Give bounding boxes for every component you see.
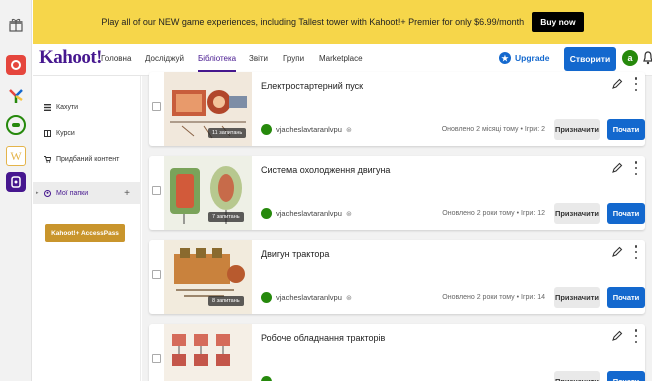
kahoot-app-icon[interactable] bbox=[6, 55, 26, 75]
edit-icon[interactable] bbox=[611, 78, 623, 90]
plays-count: Ігри: 14 bbox=[521, 294, 545, 301]
kahoot-thumbnail bbox=[164, 324, 252, 381]
more-options-icon[interactable] bbox=[634, 245, 638, 259]
assign-button[interactable]: Призначити bbox=[554, 119, 600, 140]
nav-library[interactable]: Бібліотека bbox=[198, 54, 237, 72]
verified-icon: ⊛ bbox=[346, 127, 352, 134]
add-folder-icon[interactable]: + bbox=[124, 188, 130, 199]
sidebar-item-label: Мої папки bbox=[56, 189, 89, 197]
promo-text: Play all of our NEW game experiences, in… bbox=[101, 17, 525, 27]
verified-icon: ⊛ bbox=[346, 295, 352, 302]
updated-text: Оновлено 2 роки тому bbox=[442, 294, 515, 301]
kahoot-thumbnail: 8 запитань bbox=[164, 240, 252, 314]
author-name[interactable]: vjacheslavtaranlvpu bbox=[276, 125, 342, 134]
edit-icon[interactable] bbox=[611, 246, 623, 258]
assign-button[interactable]: Призначити bbox=[554, 287, 600, 308]
edit-icon[interactable] bbox=[611, 162, 623, 174]
sidebar-item-label: Придбаний контент bbox=[56, 155, 120, 163]
nav-marketplace[interactable]: Marketplace bbox=[319, 54, 363, 63]
nav-discover[interactable]: Досліджуй bbox=[145, 54, 184, 63]
sidebar-item-label: Курси bbox=[56, 129, 75, 137]
start-button[interactable]: Почати bbox=[607, 287, 645, 308]
assign-button[interactable]: Призначити bbox=[554, 203, 600, 224]
more-options-icon[interactable] bbox=[634, 329, 638, 343]
kahoot-library-window: W Play all of our NEW game experiences, … bbox=[0, 0, 652, 381]
more-options-icon[interactable] bbox=[634, 77, 638, 91]
bell-icon[interactable] bbox=[643, 51, 652, 65]
kahoot-title[interactable]: Електростартерний пуск bbox=[261, 81, 363, 91]
select-checkbox[interactable] bbox=[152, 270, 161, 279]
kahoot-meta: Оновлено 2 місяці тому • Ігри: 2 bbox=[441, 126, 545, 133]
upgrade-label: Upgrade bbox=[515, 53, 550, 63]
nav-groups[interactable]: Групи bbox=[283, 54, 304, 63]
w-app-icon[interactable]: W bbox=[6, 146, 26, 166]
question-count: 7 запитань bbox=[208, 212, 244, 222]
nav-home[interactable]: Головна bbox=[101, 54, 131, 63]
start-button[interactable]: Почати bbox=[607, 203, 645, 224]
kahoot-card[interactable]: 11 запитань Електростартерний пуск vjach… bbox=[149, 72, 645, 146]
avatar[interactable]: a bbox=[622, 50, 638, 66]
folder-user-icon bbox=[44, 189, 51, 197]
sidebar-item-courses[interactable]: Курси bbox=[33, 122, 140, 144]
kahoot-title[interactable]: Система охолодження двигуна bbox=[261, 165, 390, 175]
multicolor-arrow-icon[interactable] bbox=[6, 86, 26, 106]
kahoot-thumbnail: 7 запитань bbox=[164, 156, 252, 230]
kahoot-meta: Оновлено 2 роки тому • Ігри: 14 bbox=[442, 294, 545, 301]
list-icon bbox=[44, 103, 51, 111]
question-count: 11 запитань bbox=[208, 128, 247, 138]
select-checkbox[interactable] bbox=[152, 186, 161, 195]
select-checkbox[interactable] bbox=[152, 354, 161, 363]
more-options-icon[interactable] bbox=[634, 161, 638, 175]
kahoot-thumbnail: 11 запитань bbox=[164, 72, 252, 146]
verified-icon: ⊛ bbox=[346, 211, 352, 218]
caret-icon[interactable]: ▸ bbox=[36, 190, 39, 196]
sidebar-item-my-folders[interactable]: ▸ Мої папки + bbox=[33, 182, 140, 204]
start-button[interactable]: Почати bbox=[607, 371, 645, 381]
author-avatar bbox=[261, 376, 272, 381]
cart-icon bbox=[44, 155, 51, 163]
green-app-icon[interactable] bbox=[6, 115, 26, 135]
kahoot-title[interactable]: Робоче обладнання тракторів bbox=[261, 333, 385, 343]
assign-button[interactable]: Призначити bbox=[554, 371, 600, 381]
kahoot-title[interactable]: Двигун трактора bbox=[261, 249, 329, 259]
author-avatar bbox=[261, 292, 272, 303]
updated-text: Оновлено 2 місяці тому bbox=[441, 126, 519, 133]
book-icon bbox=[44, 129, 51, 137]
author-name[interactable]: vjacheslavtaranlvpu bbox=[276, 209, 342, 218]
select-checkbox[interactable] bbox=[152, 102, 161, 111]
app-rail: W bbox=[0, 0, 32, 381]
plays-count: Ігри: 2 bbox=[524, 126, 545, 133]
promo-banner: Play all of our NEW game experiences, in… bbox=[33, 0, 652, 44]
start-button[interactable]: Почати bbox=[607, 119, 645, 140]
create-button[interactable]: Створити bbox=[564, 47, 616, 71]
kahoot-meta: Оновлено 2 роки тому • Ігри: 12 bbox=[442, 210, 545, 217]
edit-icon[interactable] bbox=[611, 330, 623, 342]
author-avatar bbox=[261, 208, 272, 219]
buy-now-button[interactable]: Buy now bbox=[532, 12, 584, 32]
kahoot-card[interactable]: 8 запитань Двигун трактора vjacheslavtar… bbox=[149, 240, 645, 314]
question-count: 8 запитань bbox=[208, 296, 244, 306]
library-sidebar: Кахути Курси Придбаний контент ▸ Мої пап… bbox=[33, 76, 141, 381]
kahoot-card[interactable]: Робоче обладнання тракторів Призначити П… bbox=[149, 324, 645, 381]
author-name[interactable]: vjacheslavtaranlvpu bbox=[276, 293, 342, 302]
purple-app-icon[interactable] bbox=[6, 172, 26, 192]
upgrade-link[interactable]: ★ Upgrade bbox=[499, 52, 549, 64]
updated-text: Оновлено 2 роки тому bbox=[442, 210, 515, 217]
star-icon: ★ bbox=[499, 52, 511, 64]
sidebar-item-label: Кахути bbox=[56, 103, 79, 111]
author-avatar bbox=[261, 124, 272, 135]
plays-count: Ігри: 12 bbox=[521, 210, 545, 217]
gift-icon[interactable] bbox=[6, 15, 26, 35]
sidebar-item-purchased[interactable]: Придбаний контент bbox=[33, 148, 140, 170]
nav-reports[interactable]: Звіти bbox=[249, 54, 268, 63]
sidebar-item-kahoots[interactable]: Кахути bbox=[33, 96, 140, 118]
kahoot-card[interactable]: 7 запитань Система охолодження двигуна v… bbox=[149, 156, 645, 230]
kahoot-list: 11 запитань Електростартерний пуск vjach… bbox=[142, 72, 652, 381]
access-pass-button[interactable]: Kahoot!+ AccessPass bbox=[45, 224, 125, 242]
kahoot-logo[interactable]: Kahoot! bbox=[39, 47, 103, 69]
